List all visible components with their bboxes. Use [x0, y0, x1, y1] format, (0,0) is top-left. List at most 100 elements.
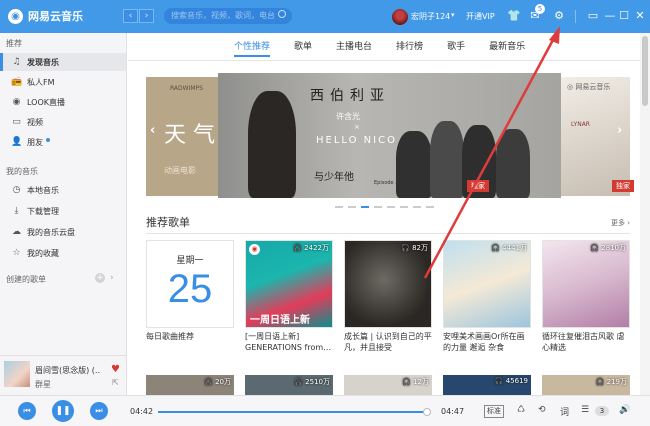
now-playing-title[interactable]: 眉间雪(思念版) (… [35, 365, 101, 376]
playlist-icon[interactable]: ☰ [581, 405, 589, 415]
banner-prev-slide[interactable]: RADWIMPS 天 气 动画电影 [146, 77, 218, 196]
carousel-dot[interactable] [374, 206, 382, 208]
sidebar-item-fm[interactable]: 📻 私人FM [0, 73, 126, 91]
playlist-caption[interactable]: 循环往复催泪古风歌 虐心精选 [542, 331, 630, 353]
date-number: 25 [167, 267, 213, 311]
sidebar-item-discover[interactable]: ♫ 发现音乐 [0, 53, 126, 71]
add-playlist-icon[interactable]: + [95, 273, 105, 283]
mini-mode-icon[interactable]: ▭ [586, 9, 600, 23]
sidebar-header-created-playlists: 创建的歌单 [6, 275, 46, 284]
tab-new-music[interactable]: 最新音乐 [489, 39, 525, 57]
heart-icon[interactable]: ♥ [111, 364, 120, 375]
now-playing-mini[interactable]: 眉间雪(思念版) (… 群星 ♥ ⇱ [0, 355, 127, 395]
progress-bar[interactable] [158, 408, 432, 416]
playlist-cover[interactable]: 🎧 82万 [344, 240, 432, 328]
playlist-caption[interactable]: [一周日语上新] GENERATIONS from… [245, 331, 333, 353]
tab-personal-recommend[interactable]: 个性推荐 [234, 39, 271, 57]
vip-button[interactable]: 开通VIP [466, 11, 495, 22]
playlist-card-row2[interactable]: 🎧 45619 [443, 375, 531, 395]
previous-button[interactable]: ⏮ [18, 402, 36, 420]
daily-calendar-tile[interactable]: 星期一 25 [146, 240, 234, 328]
friends-icon: 👤 [11, 137, 23, 147]
playlist-card[interactable]: 🎧 2810万 循环往复催泪古风歌 虐心精选 [542, 240, 630, 353]
playlist-caption[interactable]: 成长篇 | 认识到自己的平凡，并且接受 [344, 331, 432, 353]
tab-artists[interactable]: 歌手 [447, 39, 465, 57]
progress-fill [158, 411, 428, 413]
sidebar-item-favorites[interactable]: ☆ 我的收藏 [0, 244, 126, 262]
close-icon[interactable]: ✕ [633, 9, 647, 23]
pause-button[interactable]: ❚❚ [52, 400, 74, 422]
now-playing-artist[interactable]: 群星 [35, 379, 51, 390]
sidebar-item-video[interactable]: ▭ 视频 [0, 113, 126, 131]
progress-handle[interactable] [423, 408, 432, 416]
carousel-dot[interactable] [387, 206, 395, 208]
playlist-cover[interactable]: 🎧 2810万 [542, 240, 630, 328]
search-input[interactable]: 搜索音乐，视频，歌词，电台 [164, 8, 292, 24]
playlist-card-daily[interactable]: 星期一 25 每日歌曲推荐 [146, 240, 234, 353]
app-logo[interactable]: ◉ 网易云音乐 [8, 8, 83, 24]
star-icon: ☆ [12, 248, 21, 258]
playlist-card-row2[interactable]: 🎧 219万 [542, 375, 630, 395]
radio-icon: 📻 [11, 77, 23, 87]
playlist-cover[interactable]: ◉ 🎧 2422万 一周日语上新 [245, 240, 333, 328]
banner-photo [430, 121, 464, 198]
maximize-icon[interactable]: ☐ [617, 9, 631, 23]
carousel-dot[interactable] [400, 206, 408, 208]
play-count: 🎧 82万 [401, 244, 428, 252]
carousel-dot[interactable] [426, 206, 434, 208]
banner-carousel[interactable]: RADWIMPS 天 气 动画电影 西伯利亚 许含光 × HELLO NICO … [146, 73, 634, 198]
play-count: 🎧 12万 [402, 378, 429, 386]
sidebar-item-look-live[interactable]: ◉ LOOK直播 [0, 93, 126, 111]
playlist-card[interactable]: 🎧 4441万 安哩美术画画Or所在画的力量 邂逅 杂食 [443, 240, 531, 353]
sidebar-item-local-music[interactable]: ◷ 本地音乐 [0, 181, 126, 199]
play-count: 🎧 2422万 [293, 244, 329, 252]
tab-playlists[interactable]: 歌单 [294, 39, 312, 57]
forward-button[interactable]: › [139, 9, 154, 23]
carousel-next-icon[interactable]: › [617, 123, 622, 138]
loop-icon[interactable]: ⟲ [538, 405, 546, 415]
clock-icon: ◷ [12, 185, 21, 195]
more-link[interactable]: 更多 › [611, 218, 630, 228]
quality-button[interactable]: 标准 [484, 405, 504, 418]
carousel-dot[interactable] [413, 206, 421, 208]
minimize-icon[interactable]: — [603, 9, 617, 23]
scrollbar-thumb[interactable] [642, 36, 648, 106]
carousel-dot[interactable] [361, 206, 369, 208]
search-icon[interactable] [278, 10, 286, 18]
sidebar-item-downloads[interactable]: ⤓ 下载管理 [0, 202, 126, 220]
username[interactable]: 宏阴子124 [411, 11, 450, 22]
sidebar-item-cloud-disk[interactable]: ☁ 我的音乐云盘 [0, 223, 126, 241]
volume-icon[interactable]: 🔊 [619, 405, 630, 415]
carousel-dot[interactable] [348, 206, 356, 208]
playlist-caption[interactable]: 每日歌曲推荐 [146, 331, 234, 353]
sidebar-item-friends[interactable]: 👤 朋友 [0, 133, 126, 151]
playlist-card[interactable]: ◉ 🎧 2422万 一周日语上新 [一周日语上新] GENERATIONS fr… [245, 240, 333, 353]
tab-radio[interactable]: 主播电台 [336, 39, 372, 57]
now-playing-cover[interactable] [4, 361, 30, 387]
next-button[interactable]: ⏭ [90, 402, 108, 420]
playlist-card[interactable]: 🎧 82万 成长篇 | 认识到自己的平凡，并且接受 [344, 240, 432, 353]
gear-icon[interactable]: ⚙ [552, 9, 566, 23]
play-mode-icon[interactable]: ♺ [517, 405, 525, 415]
playlist-card-row2[interactable]: 🎧 20万 [146, 375, 234, 395]
tab-charts[interactable]: 排行榜 [396, 39, 423, 57]
playlist-card-row2[interactable]: 🎧 2510万 [245, 375, 333, 395]
chevron-right-icon[interactable]: › [110, 273, 114, 283]
banner-current-slide[interactable]: 西伯利亚 许含光 × HELLO NICO 与少年他 Episode 单曲 · … [218, 73, 561, 198]
lyrics-icon[interactable]: 词 [560, 405, 569, 418]
user-avatar[interactable] [392, 9, 408, 25]
logo-icon: ◉ [8, 8, 23, 24]
divider [146, 233, 630, 234]
shirt-icon[interactable]: 👕 [507, 9, 521, 23]
playlist-card-row2[interactable]: 🎧 12万 [344, 375, 432, 395]
section-title[interactable]: 推荐歌单 [146, 214, 190, 230]
caret-down-icon[interactable]: ▾ [451, 11, 455, 19]
carousel-prev-icon[interactable]: ‹ [150, 123, 155, 138]
playlist-caption[interactable]: 安哩美术画画Or所在画的力量 邂逅 杂食 [443, 331, 531, 353]
back-button[interactable]: ‹ [123, 9, 138, 23]
sidebar-item-label: 我的收藏 [27, 248, 59, 258]
carousel-dot[interactable] [335, 206, 343, 208]
playlist-cover[interactable]: 🎧 4441万 [443, 240, 531, 328]
share-icon[interactable]: ⇱ [112, 378, 119, 387]
scrollbar[interactable] [640, 33, 650, 395]
